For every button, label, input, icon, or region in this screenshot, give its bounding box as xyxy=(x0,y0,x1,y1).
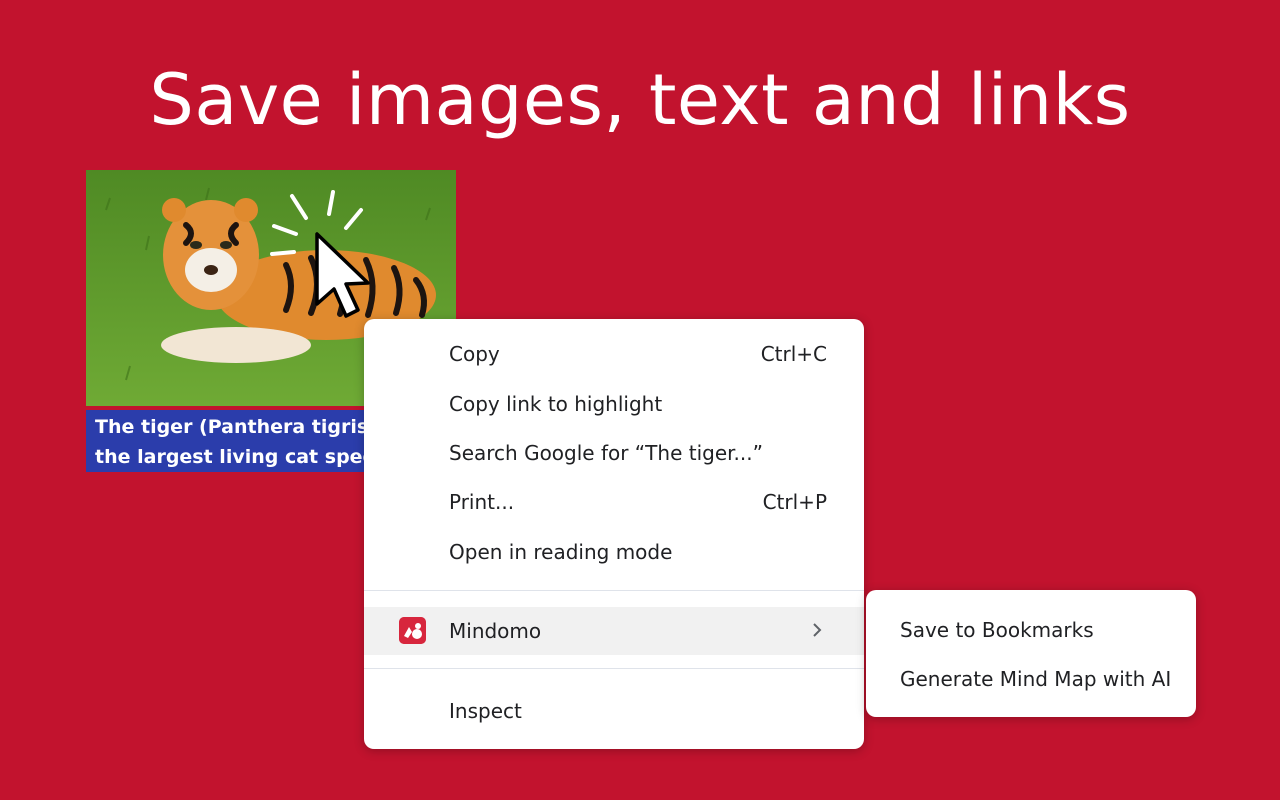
mindomo-logo-icon xyxy=(399,617,426,644)
caption-line-1: The tiger (Panthera tigris) xyxy=(95,416,377,438)
menu-item-print[interactable]: Print... Ctrl+P xyxy=(364,479,864,525)
menu-divider xyxy=(364,590,864,591)
context-menu: Copy Ctrl+C Copy link to highlight Searc… xyxy=(364,319,864,749)
menu-item-label: Mindomo xyxy=(449,619,542,643)
submenu-item-label: Save to Bookmarks xyxy=(900,618,1094,642)
menu-divider xyxy=(364,668,864,669)
caption-line-2: the largest living cat species xyxy=(95,446,405,468)
menu-item-inspect[interactable]: Inspect xyxy=(364,688,864,734)
menu-item-shortcut: Ctrl+C xyxy=(760,342,827,366)
mouse-pointer-icon xyxy=(270,190,370,318)
menu-item-label: Search Google for “The tiger...” xyxy=(449,441,763,465)
mindomo-submenu: Save to Bookmarks Generate Mind Map with… xyxy=(866,590,1196,717)
menu-item-shortcut: Ctrl+P xyxy=(762,490,827,514)
menu-item-copy-link-to-highlight[interactable]: Copy link to highlight xyxy=(364,381,864,427)
menu-item-mindomo[interactable]: Mindomo xyxy=(364,607,864,655)
menu-item-copy[interactable]: Copy Ctrl+C xyxy=(364,331,864,377)
chevron-right-icon xyxy=(813,623,822,637)
headline: Save images, text and links xyxy=(149,59,1131,141)
menu-item-label: Print... xyxy=(449,490,515,514)
menu-item-label: Inspect xyxy=(449,699,522,723)
submenu-item-generate-mind-map[interactable]: Generate Mind Map with AI xyxy=(866,656,1196,702)
menu-item-label: Open in reading mode xyxy=(449,540,673,564)
submenu-item-label: Generate Mind Map with AI xyxy=(900,667,1172,691)
menu-item-search-google[interactable]: Search Google for “The tiger...” xyxy=(364,430,864,476)
menu-item-open-in-reading-mode[interactable]: Open in reading mode xyxy=(364,529,864,575)
submenu-item-save-to-bookmarks[interactable]: Save to Bookmarks xyxy=(866,607,1196,653)
menu-item-label: Copy xyxy=(449,342,500,366)
menu-item-label: Copy link to highlight xyxy=(449,392,663,416)
